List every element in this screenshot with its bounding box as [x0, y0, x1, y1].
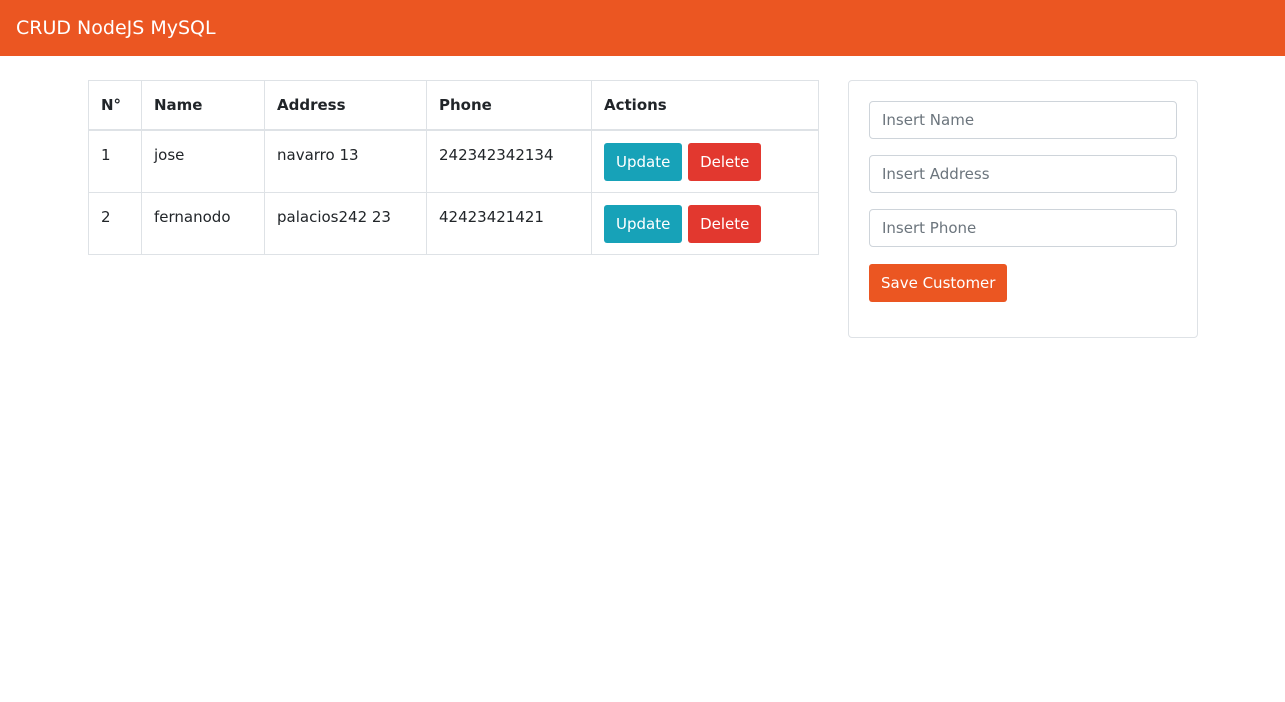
save-customer-button[interactable]: Save Customer	[869, 264, 1008, 302]
address-input[interactable]	[869, 155, 1177, 193]
table-header-row: N° Name Address Phone Actions	[88, 80, 819, 131]
cell-address: palacios242 23	[264, 191, 427, 255]
cell-phone: 42423421421	[426, 191, 592, 255]
cell-actions: Update Delete	[591, 129, 819, 193]
column-header-number: N°	[88, 80, 142, 131]
navbar-brand[interactable]: CRUD NodeJS MySQL	[16, 16, 216, 40]
column-header-address: Address	[264, 80, 427, 131]
customer-form-card: Save Customer	[848, 80, 1198, 338]
cell-number: 1	[88, 129, 142, 193]
column-header-name: Name	[141, 80, 265, 131]
cell-name: jose	[141, 129, 265, 193]
column-header-phone: Phone	[426, 80, 592, 131]
delete-button[interactable]: Delete	[688, 143, 762, 181]
update-button[interactable]: Update	[604, 143, 683, 181]
cell-name: fernanodo	[141, 191, 265, 255]
cell-address: navarro 13	[264, 129, 427, 193]
update-button[interactable]: Update	[604, 204, 683, 243]
cell-actions: Update Delete	[591, 191, 819, 255]
table-row: 2 fernanodo palacios242 23 42423421421 U…	[88, 191, 819, 255]
customers-table: N° Name Address Phone Actions 1 jose nav…	[88, 80, 819, 255]
delete-button[interactable]: Delete	[688, 204, 762, 243]
phone-input[interactable]	[869, 209, 1177, 247]
customers-table-container: N° Name Address Phone Actions 1 jose nav…	[88, 80, 819, 255]
cell-phone: 242342342134	[426, 129, 592, 193]
cell-number: 2	[88, 191, 142, 255]
table-row: 1 jose navarro 13 242342342134 Update De…	[88, 129, 819, 193]
column-header-actions: Actions	[591, 80, 819, 131]
name-input[interactable]	[869, 101, 1177, 139]
navbar: CRUD NodeJS MySQL	[0, 0, 1285, 56]
